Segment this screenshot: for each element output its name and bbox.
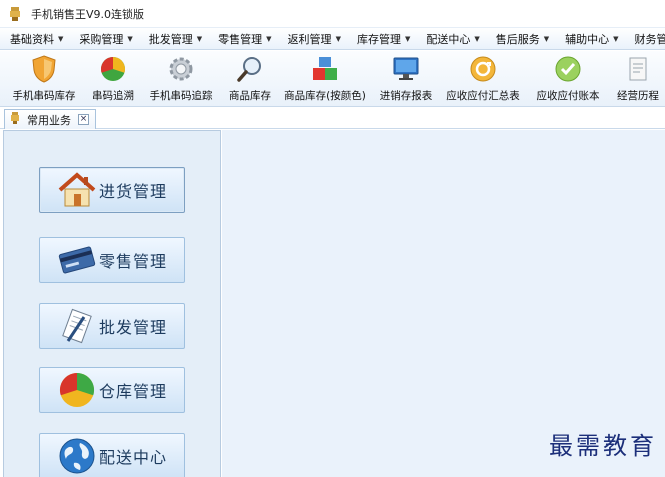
menu-retail[interactable]: 零售管理 ▼	[208, 28, 277, 49]
menu-label: 零售管理	[218, 32, 263, 46]
tool-imei-stock[interactable]: 手机串码库存	[0, 51, 88, 106]
chevron-down-icon: ▼	[335, 34, 341, 43]
menu-after-sales[interactable]: 售后服务 ▼	[486, 28, 555, 49]
menu-label: 财务管理	[634, 32, 665, 46]
tab-label: 常用业务	[27, 113, 71, 127]
tool-business-history[interactable]: 经营历程	[608, 51, 665, 106]
tool-imei-trace[interactable]: 串码追溯	[88, 51, 138, 106]
chevron-down-icon: ▼	[58, 34, 64, 43]
refresh-coin-icon	[469, 55, 497, 83]
check-circle-icon	[554, 55, 582, 83]
tool-label: 手机串码库存	[12, 90, 76, 102]
tool-ar-ap-ledger[interactable]: 应收应付账本	[528, 51, 608, 106]
nav-label: 配送中心	[98, 448, 167, 467]
menu-label: 批发管理	[148, 32, 193, 46]
app-logo-icon	[7, 6, 23, 22]
close-icon[interactable]: ×	[78, 114, 89, 125]
chevron-down-icon: ▼	[404, 34, 411, 43]
menu-bar: 基础资料 ▼ 采购管理 ▼ 批发管理 ▼ 零售管理 ▼ 返利管理 ▼ 库存管理 ▼ 配送中心…	[0, 28, 665, 50]
chevron-down-icon: ▼	[613, 34, 619, 43]
menu-label: 库存管理	[356, 32, 401, 46]
color-ball-icon	[99, 55, 127, 83]
chevron-down-icon: ▼	[474, 34, 480, 43]
menu-purchase[interactable]: 采购管理 ▼	[69, 28, 138, 49]
menu-inventory[interactable]: 库存管理 ▼	[347, 28, 416, 49]
tool-ar-ap-summary[interactable]: 应收应付汇总表	[438, 51, 528, 106]
business-nav-panel: 进货管理 零售管理 批发管理 仓库管理 配送中心	[3, 130, 221, 477]
monitor-icon	[392, 55, 420, 83]
chevron-down-icon: ▼	[196, 34, 203, 43]
gear-icon	[167, 55, 195, 83]
globe-icon	[57, 436, 97, 476]
color-blocks-icon	[311, 55, 339, 83]
tool-goods-stock[interactable]: 商品库存	[224, 51, 276, 106]
tab-bar: 常用业务 ×	[0, 107, 665, 129]
menu-label: 基础资料	[10, 32, 54, 46]
menu-label: 配送中心	[426, 32, 471, 46]
card-icon	[57, 240, 97, 280]
title-bar: 手机销售王V9.0连锁版	[0, 0, 665, 28]
nav-label: 进货管理	[98, 182, 167, 201]
nav-distribution-center[interactable]: 配送中心	[39, 433, 185, 477]
nav-purchase-management[interactable]: 进货管理	[39, 167, 185, 213]
chevron-down-icon: ▼	[543, 34, 550, 43]
nav-label: 批发管理	[98, 318, 167, 337]
chevron-down-icon: ▼	[127, 34, 133, 43]
chevron-down-icon: ▼	[266, 34, 272, 43]
tool-label: 应收应付账本	[536, 90, 600, 102]
tab-common-business[interactable]: 常用业务 ×	[4, 109, 96, 129]
tool-label: 手机串码追踪	[149, 90, 213, 102]
tool-label: 商品库存(按颜色)	[284, 90, 366, 102]
menu-wholesale[interactable]: 批发管理 ▼	[139, 28, 208, 49]
app-logo-icon	[9, 111, 21, 128]
menu-label: 返利管理	[287, 32, 332, 46]
window-title: 手机销售王V9.0连锁版	[31, 7, 145, 21]
tool-imei-tracking[interactable]: 手机串码追踪	[138, 51, 224, 106]
menu-finance[interactable]: 财务管理▼	[625, 28, 665, 49]
tool-label: 串码追溯	[92, 90, 134, 102]
nav-wholesale-management[interactable]: 批发管理	[39, 303, 185, 349]
nav-label: 零售管理	[98, 252, 167, 271]
tool-label: 经营历程	[617, 90, 659, 102]
magnifier-icon	[236, 55, 264, 83]
toolbar: 手机串码库存 串码追溯 手机串码追踪 商品库存 商品库存(按颜色) 进销存报表	[0, 51, 665, 107]
pie-chart-icon	[57, 370, 97, 410]
document-icon	[624, 55, 652, 83]
nav-retail-management[interactable]: 零售管理	[39, 237, 185, 283]
menu-auxiliary[interactable]: 辅助中心 ▼	[555, 28, 624, 49]
tool-psi-report[interactable]: 进销存报表	[374, 51, 438, 106]
menu-label: 售后服务	[495, 32, 540, 46]
menu-label: 采购管理	[79, 32, 124, 46]
menu-rebate[interactable]: 返利管理 ▼	[278, 28, 347, 49]
house-icon	[57, 170, 97, 210]
menu-basic-data[interactable]: 基础资料 ▼	[0, 28, 69, 49]
tool-label: 应收应付汇总表	[446, 90, 520, 102]
menu-distribution[interactable]: 配送中心 ▼	[416, 28, 485, 49]
shield-icon	[30, 55, 58, 83]
notepad-icon	[57, 306, 97, 346]
tool-label: 进销存报表	[379, 90, 433, 102]
nav-label: 仓库管理	[98, 382, 167, 401]
tool-goods-stock-by-color[interactable]: 商品库存(按颜色)	[276, 51, 374, 106]
watermark-text: 最需教育	[549, 432, 657, 460]
menu-label: 辅助中心	[565, 32, 610, 46]
nav-warehouse-management[interactable]: 仓库管理	[39, 367, 185, 413]
tool-label: 商品库存	[229, 90, 271, 102]
main-workspace	[222, 130, 665, 477]
